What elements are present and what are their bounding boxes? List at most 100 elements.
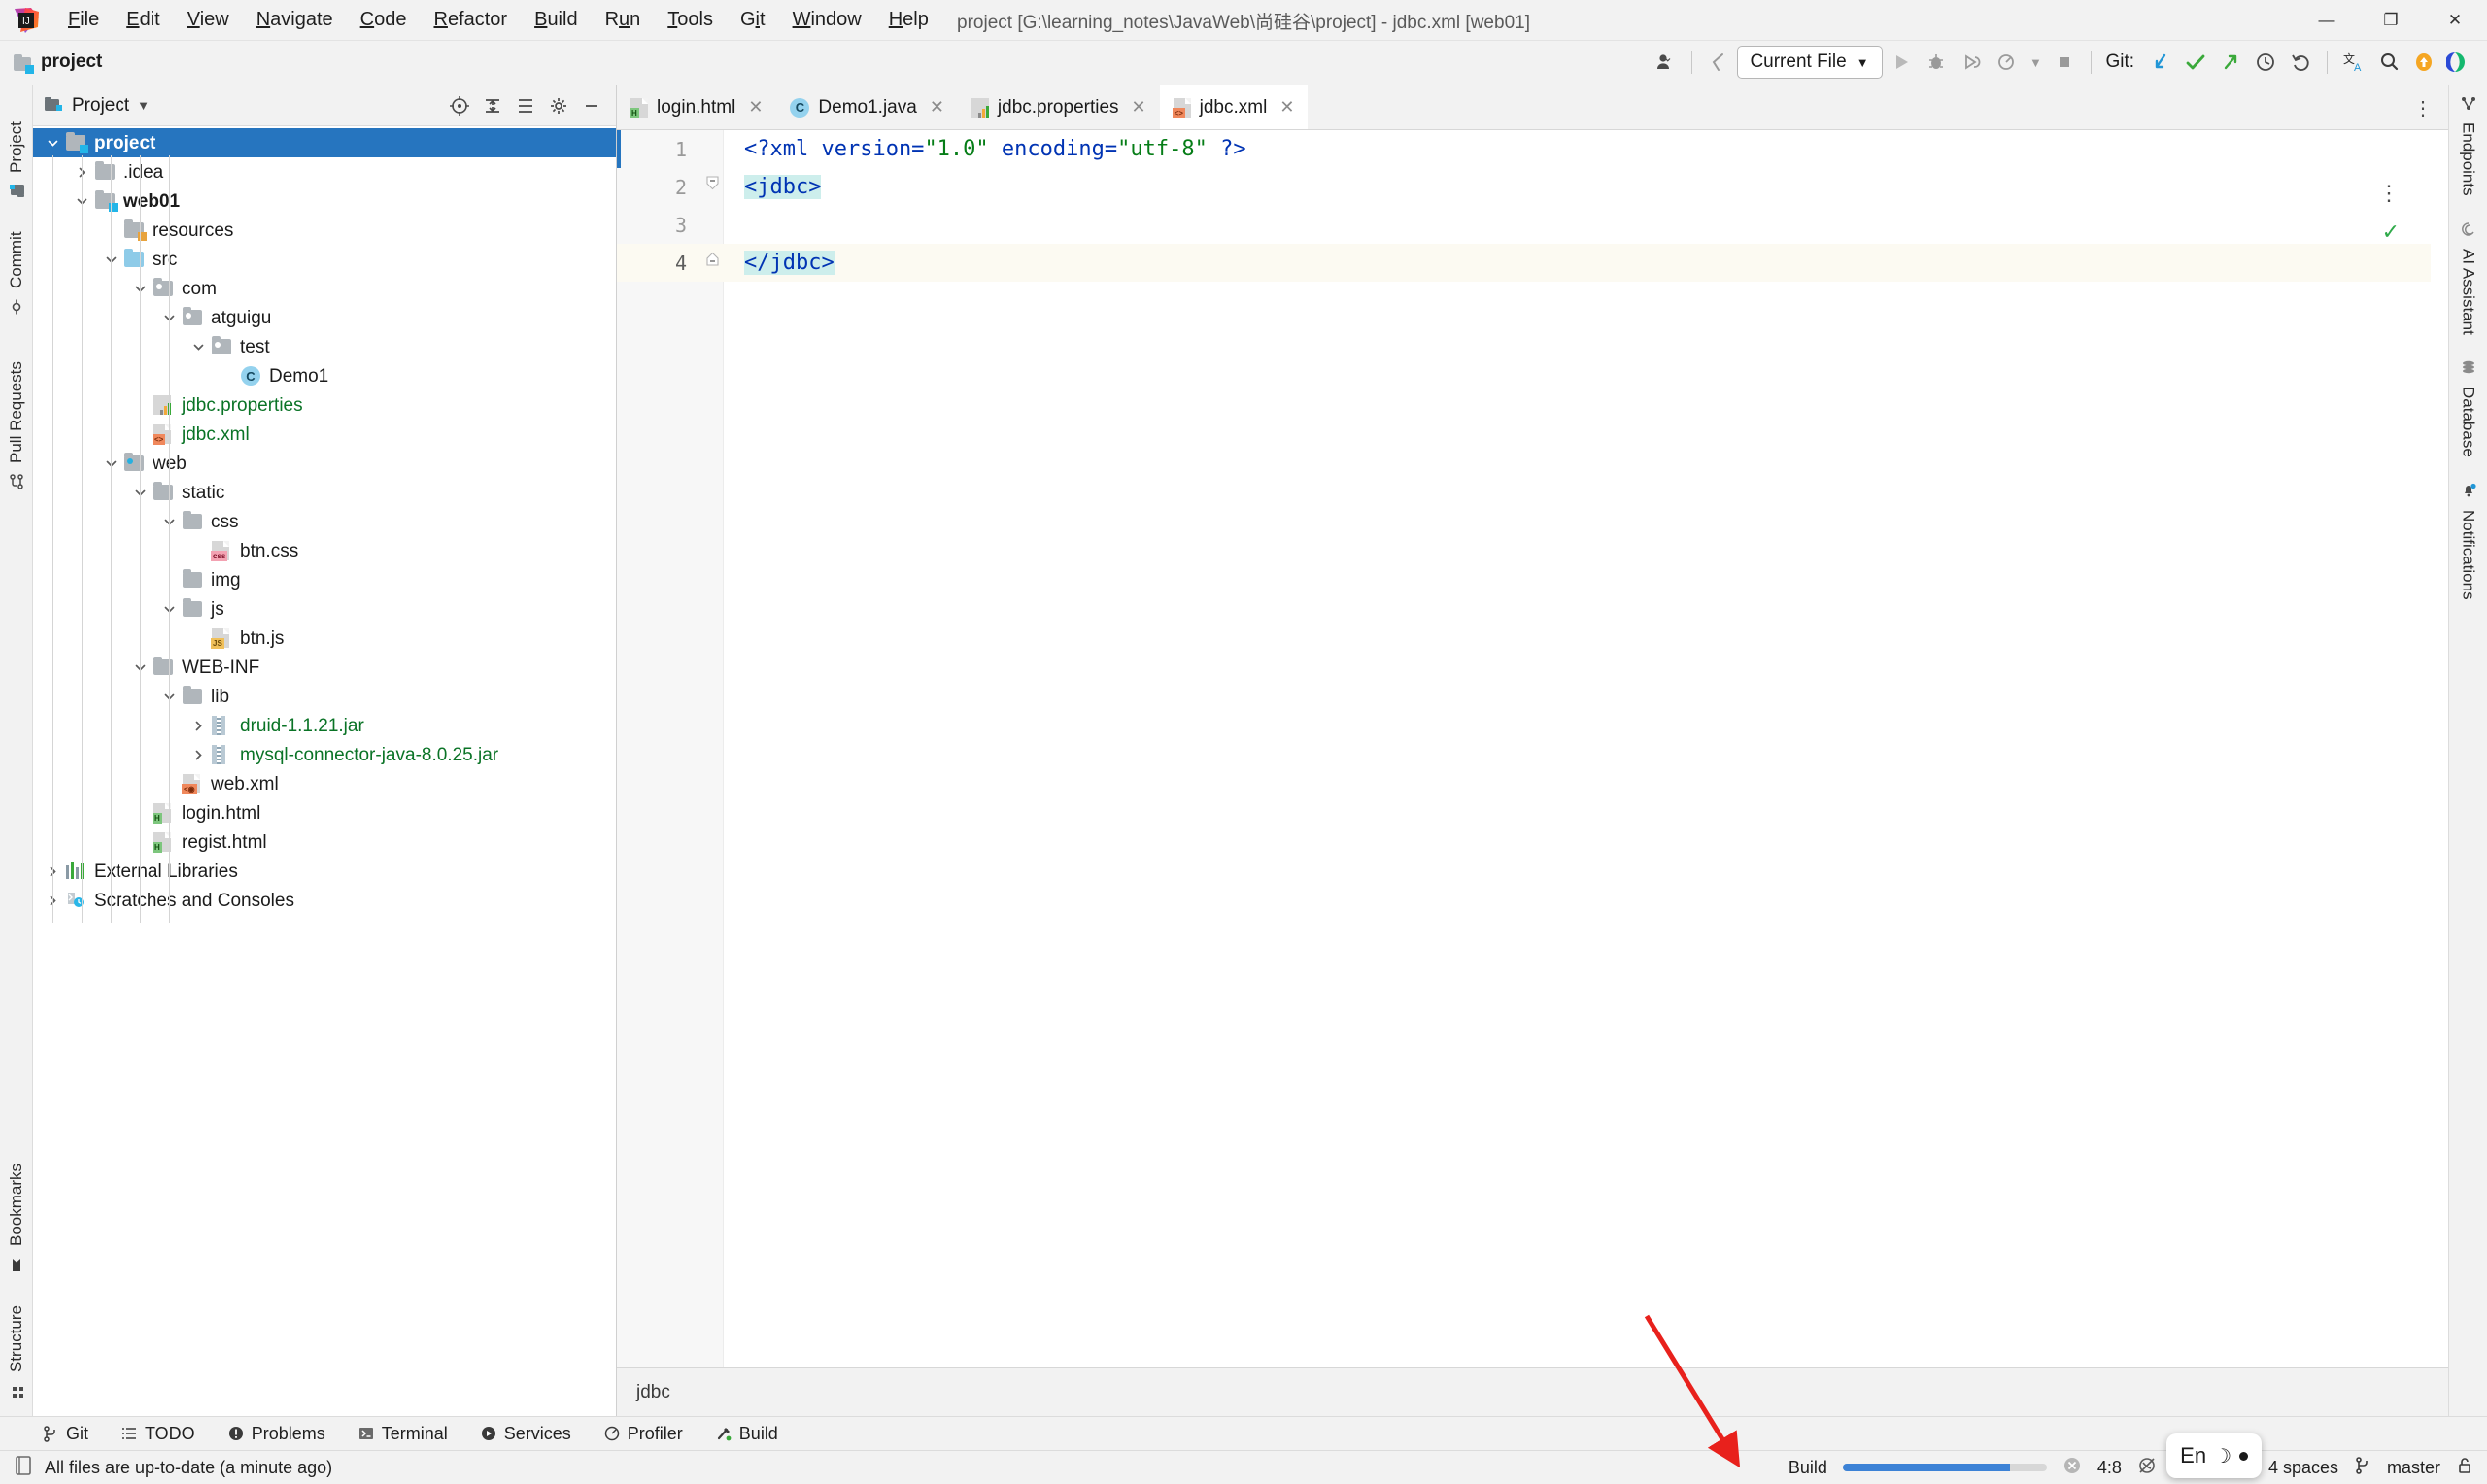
tree-node-web-xml[interactable]: <◉ web.xml <box>33 769 616 798</box>
editor-tab-close-icon[interactable]: ✕ <box>1132 97 1146 118</box>
git-rollback-icon[interactable] <box>2284 46 2317 79</box>
project-tree[interactable]: project .idea web01 resources src com atguigu t… <box>33 126 616 1416</box>
search-everywhere-icon[interactable] <box>2372 46 2405 79</box>
chevron-down-icon[interactable]: ▼ <box>2025 46 2046 79</box>
editor-breadcrumb[interactable]: jdbc <box>617 1367 2448 1416</box>
menu-item-file[interactable]: File <box>54 6 113 34</box>
sidebar-item-database[interactable]: Database <box>2459 359 2478 457</box>
fold-marker-line2[interactable] <box>705 176 720 190</box>
tree-node-druid-1-1-21-jar[interactable]: druid-1.1.21.jar <box>33 711 616 740</box>
tool-window-git[interactable]: Git <box>39 1422 92 1446</box>
tree-node-atguigu[interactable]: atguigu <box>33 303 616 332</box>
toolbar-breadcrumb[interactable]: project <box>41 51 102 73</box>
tool-window-problems[interactable]: Problems <box>224 1422 329 1446</box>
tool-window-terminal[interactable]: Terminal <box>355 1422 452 1446</box>
project-panel-title[interactable]: Project <box>72 95 129 117</box>
sidebar-item-project[interactable]: Project <box>0 91 33 206</box>
chevron-down-icon[interactable] <box>188 337 208 356</box>
sidebar-item-endpoints[interactable]: Endpoints <box>2459 95 2478 196</box>
git-history-icon[interactable] <box>2249 46 2282 79</box>
translate-icon[interactable]: 文A <box>2337 46 2370 79</box>
tree-node-btn-js[interactable]: JS btn.js <box>33 624 616 653</box>
menu-item-help[interactable]: Help <box>875 6 942 34</box>
editor-tab-demo1-java[interactable]: C Demo1.java ✕ <box>776 85 957 129</box>
editor-tab-close-icon[interactable]: ✕ <box>748 97 763 118</box>
menu-item-refactor[interactable]: Refactor <box>420 6 521 34</box>
tree-node-demo1[interactable]: C Demo1 <box>33 361 616 390</box>
ime-language-popup[interactable]: En ☽ <box>2166 1433 2262 1478</box>
inspection-off-icon[interactable] <box>2137 1456 2157 1480</box>
sidebar-item-ai-assistant[interactable]: AI Assistant <box>2459 221 2478 334</box>
tree-node-btn-css[interactable]: css btn.css <box>33 536 616 565</box>
settings-gear-icon[interactable] <box>544 91 573 120</box>
menu-item-window[interactable]: Window <box>779 6 875 34</box>
menu-item-tools[interactable]: Tools <box>654 6 727 34</box>
tree-node-scratches-and-consoles[interactable]: Scratches and Consoles <box>33 886 616 915</box>
tree-node-mysql-connector-java-8-0-25-jar[interactable]: mysql-connector-java-8.0.25.jar <box>33 740 616 769</box>
tree-node-resources[interactable]: resources <box>33 216 616 245</box>
project-panel-caret-icon[interactable]: ▼ <box>137 98 150 113</box>
tree-node-idea[interactable]: .idea <box>33 157 616 186</box>
tree-node-lib[interactable]: lib <box>33 682 616 711</box>
read-only-lock-icon[interactable] <box>2456 1456 2473 1480</box>
collapse-all-icon[interactable] <box>511 91 540 120</box>
tree-node-com[interactable]: com <box>33 274 616 303</box>
editor-tab-close-icon[interactable]: ✕ <box>930 97 944 118</box>
select-opened-file-icon[interactable] <box>445 91 474 120</box>
editor-tab-jdbc-xml[interactable]: <> jdbc.xml ✕ <box>1159 85 1309 129</box>
editor-tab-login-html[interactable]: Hlogin.html ✕ <box>617 85 776 129</box>
tree-node-web01[interactable]: web01 <box>33 186 616 216</box>
menu-item-navigate[interactable]: Navigate <box>243 6 347 34</box>
build-progress-label[interactable]: Build <box>1789 1458 1827 1478</box>
hide-panel-icon[interactable] <box>577 91 606 120</box>
tree-node-web-inf[interactable]: WEB-INF <box>33 653 616 682</box>
sidebar-item-structure[interactable]: Structure <box>0 1280 33 1406</box>
profiler-icon[interactable] <box>1990 46 2023 79</box>
tool-window-build[interactable]: Build <box>712 1422 782 1446</box>
sidebar-item-notifications[interactable]: Notifications <box>2459 483 2478 600</box>
tree-node-external-libraries[interactable]: External Libraries <box>33 857 616 886</box>
editor-scrollbar-markers[interactable] <box>2431 175 2448 1319</box>
git-commit-icon[interactable] <box>2179 46 2212 79</box>
run-with-coverage-icon[interactable] <box>1955 46 1988 79</box>
tree-node-test[interactable]: test <box>33 332 616 361</box>
tree-node-web[interactable]: web <box>33 449 616 478</box>
minimize-button[interactable]: — <box>2295 0 2359 41</box>
tool-window-profiler[interactable]: Profiler <box>600 1422 687 1446</box>
menu-item-build[interactable]: Build <box>521 6 591 34</box>
tree-node-js[interactable]: js <box>33 594 616 624</box>
git-push-icon[interactable] <box>2214 46 2247 79</box>
run-configuration-selector[interactable]: Current File ▼ <box>1737 46 1884 79</box>
tree-node-css[interactable]: css <box>33 507 616 536</box>
user-profile-icon[interactable] <box>1649 46 1682 79</box>
chevron-right-icon[interactable] <box>188 716 208 735</box>
sidebar-item-pull-requests[interactable]: Pull Requests <box>0 322 33 497</box>
sidebar-item-bookmarks[interactable]: Bookmarks <box>0 1134 33 1280</box>
git-branch-icon[interactable] <box>2354 1456 2371 1480</box>
editor-options-kebab-icon[interactable]: ⋮ <box>2378 181 2400 206</box>
tree-node-login-html[interactable]: Hlogin.html <box>33 798 616 827</box>
chevron-right-icon[interactable] <box>188 745 208 764</box>
menu-item-code[interactable]: Code <box>347 6 421 34</box>
tree-node-project[interactable]: project <box>33 128 616 157</box>
build-cancel-icon[interactable] <box>2062 1456 2082 1480</box>
tool-window-todo[interactable]: TODO <box>118 1422 199 1446</box>
tree-node-jdbc-properties[interactable]: jdbc.properties <box>33 390 616 420</box>
editor-tab-jdbc-properties[interactable]: jdbc.properties ✕ <box>958 85 1160 129</box>
tool-window-services[interactable]: Services <box>477 1422 575 1446</box>
tree-node-regist-html[interactable]: Hregist.html <box>33 827 616 857</box>
debug-icon[interactable] <box>1920 46 1953 79</box>
editor-tabs-more-icon[interactable]: ⋮ <box>2405 85 2440 130</box>
close-button[interactable]: ✕ <box>2423 0 2487 41</box>
indent-setting[interactable]: 4 spaces <box>2268 1458 2338 1478</box>
fold-marker-line4[interactable] <box>705 252 720 266</box>
tree-node-src[interactable]: src <box>33 245 616 274</box>
sidebar-item-commit[interactable]: Commit <box>0 206 33 322</box>
inspection-status-icon[interactable]: ✓ <box>2382 219 2400 245</box>
tree-node-img[interactable]: img <box>33 565 616 594</box>
navigate-back-icon[interactable] <box>1702 46 1735 79</box>
expand-all-icon[interactable] <box>478 91 507 120</box>
ai-icon[interactable] <box>2442 46 2475 79</box>
git-branch-name[interactable]: master <box>2387 1458 2440 1478</box>
menu-item-run[interactable]: Run <box>592 6 655 34</box>
